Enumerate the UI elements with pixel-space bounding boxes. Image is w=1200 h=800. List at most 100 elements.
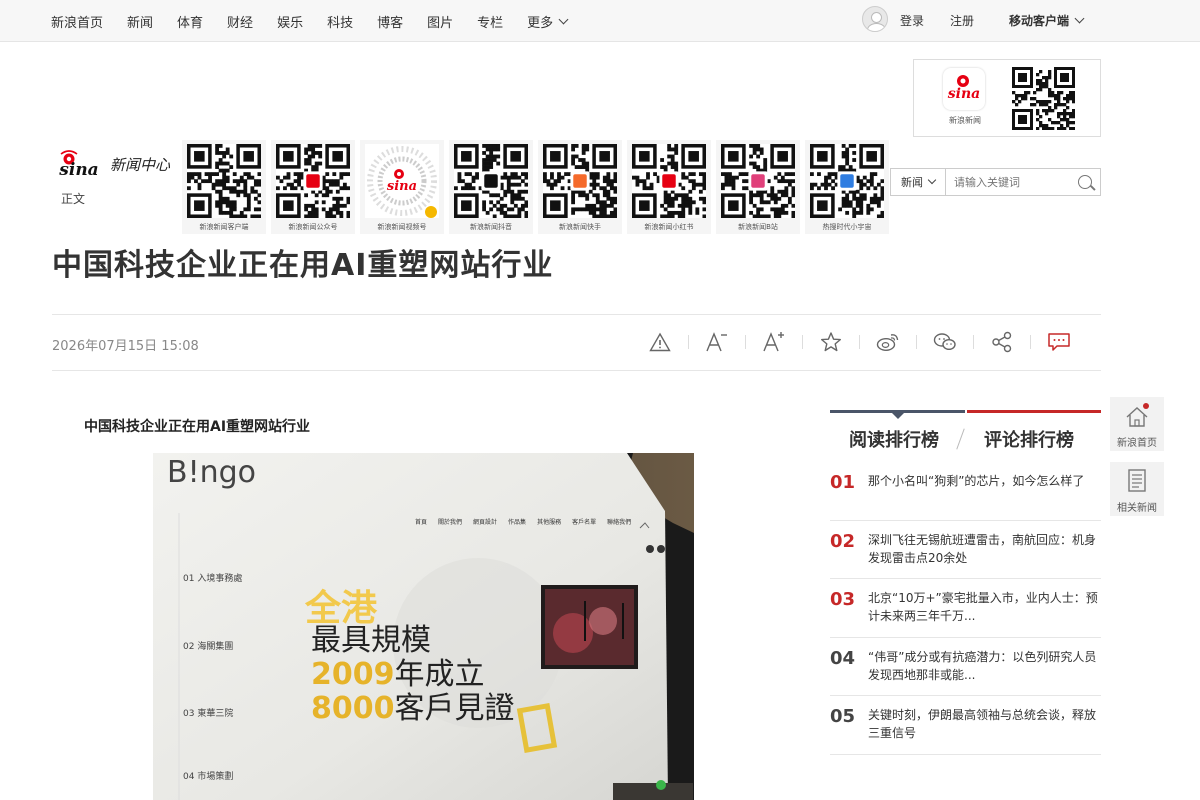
register-link[interactable]: 注册: [950, 12, 974, 29]
svg-text:sina: sina: [387, 179, 417, 194]
side-related-button[interactable]: 相关新闻: [1110, 462, 1164, 516]
app-label: 新浪新闻: [949, 116, 981, 125]
divider: [52, 370, 1101, 371]
search-input[interactable]: [946, 175, 1076, 189]
photo-headline-4-text: 客戶見證: [394, 691, 515, 726]
sina-news-logo[interactable]: sina 新闻中心: [52, 150, 170, 178]
tool-separator: [1030, 335, 1031, 349]
logo-text: 新闻中心: [110, 155, 171, 174]
star-icon[interactable]: [819, 329, 843, 355]
wechat-icon[interactable]: [933, 329, 957, 355]
qr-code: [632, 144, 706, 218]
side-home-button[interactable]: 新浪首页: [1110, 397, 1164, 451]
font-decrease-icon[interactable]: [705, 329, 729, 355]
share-icon[interactable]: [990, 329, 1014, 355]
nav-item-photos[interactable]: 图片: [427, 12, 453, 31]
tab-read-ranking[interactable]: 阅读排行榜: [849, 426, 939, 452]
weibo-icon[interactable]: [876, 329, 900, 355]
tool-separator: [916, 335, 917, 349]
article-toolbar: [648, 329, 1071, 355]
qr-card: 热搜时代小宇宙: [805, 140, 889, 234]
qr-caption: 热搜时代小宇宙: [822, 223, 872, 231]
qr-caption: 新浪新闻快手: [559, 223, 601, 231]
user-avatar-icon[interactable]: [862, 6, 888, 32]
search-scope-select[interactable]: 新闻: [891, 169, 946, 195]
login-link[interactable]: 登录: [900, 12, 924, 29]
tool-separator: [688, 335, 689, 349]
list-item[interactable]: 05 关键时刻，伊朗最高领袖与总统会谈，释放三重信号: [830, 696, 1101, 755]
app-qr-code: [1012, 67, 1075, 130]
photo-step: 03 東華三院: [183, 709, 234, 719]
qr-code: [810, 144, 884, 218]
rank-number: 03: [830, 589, 856, 610]
photo-brand: B!ngo: [167, 455, 257, 490]
qr-code: [543, 144, 617, 218]
divider: [52, 314, 1101, 315]
qr-code: [276, 144, 350, 218]
photo-menu-item: 作品集: [508, 519, 527, 526]
chevron-down-icon: [558, 14, 569, 25]
svg-text:sina: sina: [58, 160, 98, 178]
list-item[interactable]: 04 “伟哥”成分或有抗癌潜力：以色列研究人员发现西地那非或能...: [830, 638, 1101, 696]
nav-item-sina-home[interactable]: 新浪首页: [51, 12, 103, 31]
qr-caption: 新浪新闻公众号: [288, 223, 338, 231]
nav-item-blog[interactable]: 博客: [377, 12, 403, 31]
qr-card: 新浪新闻B站: [716, 140, 800, 234]
sina-logo-icon: sina: [58, 150, 99, 178]
photo-headline-4-num: 8000: [311, 691, 395, 726]
nav-item-tech[interactable]: 科技: [327, 12, 353, 31]
social-qr-row: 新浪新闻客户端 新浪新闻公众号 sina 新浪新闻视频号 新浪新闻抖音 新浪新闻…: [182, 140, 894, 234]
rank-number: 04: [830, 647, 856, 669]
nav-item-news[interactable]: 新闻: [127, 12, 153, 31]
search-icon[interactable]: [1078, 175, 1092, 189]
rank-headline[interactable]: 那个小名叫“狗剩”的芯片，如今怎么样了: [868, 472, 1100, 490]
channels-qr-code: sina: [365, 144, 439, 218]
list-item[interactable]: 03 北京“10万+”豪宅批量入市，业内人士：预计未来两三年千万...: [830, 579, 1101, 638]
comment-icon[interactable]: [1047, 329, 1071, 355]
article-photo: B!ngo 首頁 關於我們 網頁設計 作品集 其他服務 客戶名單 聯絡我們 01…: [153, 453, 694, 800]
rank-number: 01: [830, 472, 856, 493]
side-related-label: 相关新闻: [1117, 503, 1157, 514]
photo-menu: 首頁 關於我們 網頁設計 作品集 其他服務 客戶名單 聯絡我們: [415, 517, 631, 526]
photo-menu-item: 聯絡我們: [607, 519, 632, 526]
tab-active-arrow: [892, 413, 904, 419]
qr-caption: 新浪新闻小红书: [644, 223, 694, 231]
chevron-down-icon: [927, 175, 937, 185]
tab-comment-ranking[interactable]: 评论排行榜: [984, 426, 1074, 452]
nav-item-sports[interactable]: 体育: [177, 12, 203, 31]
tool-separator: [802, 335, 803, 349]
tab-indicator: [967, 410, 1101, 413]
document-icon: [1128, 469, 1146, 492]
nav-item-finance[interactable]: 财经: [227, 12, 253, 31]
photo-step: 04 市場策劃: [183, 772, 234, 782]
report-icon[interactable]: [648, 329, 672, 355]
qr-card: 新浪新闻快手: [538, 140, 622, 234]
qr-code: [187, 144, 261, 218]
rank-number: 02: [830, 530, 856, 552]
qr-code: [454, 144, 528, 218]
photo-menu-item: 關於我們: [438, 519, 463, 526]
photo-menu-item: 其他服務: [537, 519, 562, 526]
nav-item-column[interactable]: 专栏: [477, 12, 503, 31]
sina-app-icon: sina: [943, 68, 985, 110]
nav-item-entertainment[interactable]: 娱乐: [277, 12, 303, 31]
list-item[interactable]: 01 那个小名叫“狗剩”的芯片，如今怎么样了: [830, 462, 1101, 521]
nav-more-menu[interactable]: 更多: [527, 12, 569, 31]
rank-headline[interactable]: 关键时刻，伊朗最高领袖与总统会谈，释放三重信号: [868, 706, 1100, 742]
qr-code: [721, 144, 795, 218]
mobile-client-label: 移动客户端: [1009, 14, 1070, 28]
page-title: 中国科技企业正在用AI重塑网站行业: [52, 248, 554, 283]
photo-menu-item: 首頁: [415, 519, 428, 526]
list-item[interactable]: 02 深圳飞往无锡航班遭雷击，南航回应：机身发现雷击点20余处: [830, 521, 1101, 579]
svg-text:sina: sina: [948, 86, 980, 102]
qr-card: 新浪新闻抖音: [449, 140, 533, 234]
top-nav: 新浪首页 新闻 体育 财经 娱乐 科技 博客 图片 专栏 更多: [51, 12, 591, 31]
rank-headline[interactable]: 深圳飞往无锡航班遭雷击，南航回应：机身发现雷击点20余处: [868, 531, 1100, 567]
font-increase-icon[interactable]: [762, 329, 786, 355]
rank-headline[interactable]: 北京“10万+”豪宅批量入市，业内人士：预计未来两三年千万...: [868, 589, 1100, 625]
search-box: 新闻: [890, 168, 1101, 196]
photo-menu-item: 客戶名單: [572, 519, 597, 526]
mobile-client-menu[interactable]: 移动客户端: [1009, 12, 1085, 29]
rank-headline[interactable]: “伟哥”成分或有抗癌潜力：以色列研究人员发现西地那非或能...: [868, 648, 1100, 684]
photo-headline-4: 8000客戶見證: [311, 683, 515, 727]
